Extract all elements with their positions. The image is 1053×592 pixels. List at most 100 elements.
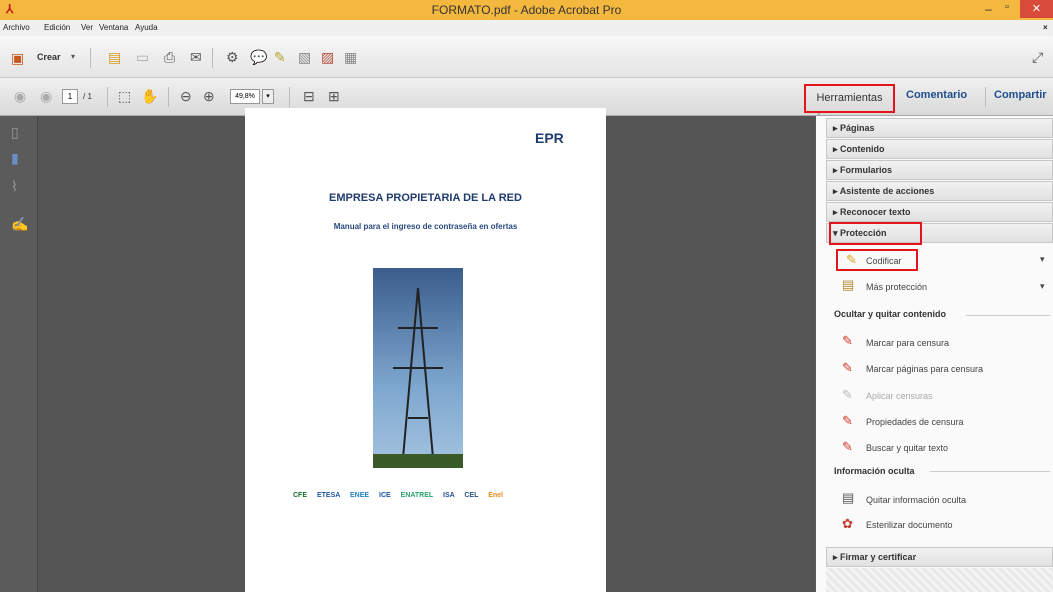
print-icon[interactable]: ⎙: [164, 49, 175, 65]
fit-page-icon[interactable]: ⊞: [328, 88, 340, 104]
create-icon[interactable]: ▣: [11, 50, 24, 66]
aplicar-censuras-icon: ✎: [842, 387, 853, 402]
email-icon[interactable]: ✉: [190, 49, 202, 65]
open-folder-icon[interactable]: ▤: [108, 49, 121, 65]
logo-enee: ENEE: [349, 492, 370, 499]
mas-proteccion-button[interactable]: Más protección: [866, 282, 927, 292]
select-cursor-icon[interactable]: ⬚: [118, 88, 131, 104]
tab-herramientas[interactable]: Herramientas: [804, 84, 895, 113]
marcar-censura-button[interactable]: Marcar para censura: [866, 338, 949, 348]
section-formularios[interactable]: ▸ Formularios: [826, 160, 1053, 180]
propiedades-censura-button[interactable]: Propiedades de censura: [866, 417, 964, 427]
section-firmar[interactable]: ▸ Firmar y certificar: [826, 547, 1053, 567]
epr-logo-icon: EPR: [535, 130, 564, 146]
logo-cfe: CFE: [293, 492, 307, 499]
menu-ayuda[interactable]: Ayuda: [135, 23, 158, 32]
partner-logos: CFE ETESA ENEE ICE ENATREL ISA CEL Enel: [293, 492, 563, 506]
section-contenido[interactable]: ▸ Contenido: [826, 139, 1053, 159]
info-oculta-header: Información oculta: [834, 466, 915, 476]
zoom-in-icon[interactable]: ⊕: [203, 88, 215, 104]
sticky-note-icon[interactable]: ✎: [274, 49, 286, 65]
page-total: / 1: [83, 92, 92, 101]
esterilizar-icon: ✿: [842, 516, 853, 531]
logo-enatrel: ENATREL: [400, 492, 434, 499]
next-page-icon[interactable]: ◉: [40, 88, 52, 104]
logo-ice: ICE: [379, 492, 391, 499]
settings-gear-icon[interactable]: ⚙: [226, 49, 239, 65]
expand-view-icon[interactable]: ⤢: [1032, 49, 1043, 65]
section-paginas[interactable]: ▸ Páginas: [826, 118, 1053, 138]
comment-bubble-icon[interactable]: 💬: [250, 49, 267, 65]
section-contenido-label: Contenido: [840, 144, 885, 154]
page-number-input[interactable]: 1: [62, 89, 78, 104]
section-formularios-label: Formularios: [840, 165, 893, 175]
panel-scroll-up-icon[interactable]: ^: [817, 112, 821, 121]
mas-proteccion-icon: ▤: [842, 277, 855, 292]
extract-pdf-icon[interactable]: ▦: [344, 49, 357, 65]
create-button[interactable]: Crear: [37, 52, 61, 62]
mas-proteccion-dropdown-icon[interactable]: ▾: [1040, 281, 1045, 292]
quitar-info-icon: ▤: [842, 490, 855, 505]
window-title: FORMATO.pdf - Adobe Acrobat Pro: [431, 3, 622, 17]
quitar-info-button[interactable]: Quitar información oculta: [866, 495, 966, 505]
minimize-button[interactable]: –: [985, 2, 992, 16]
zoom-out-icon[interactable]: ⊖: [180, 88, 192, 104]
section-asistente-label: Asistente de acciones: [839, 186, 935, 196]
hand-tool-icon[interactable]: ✋: [141, 88, 158, 104]
menu-ventana[interactable]: Ventana: [99, 23, 128, 32]
section-reconocer-label: Reconocer texto: [840, 207, 911, 217]
codificar-button[interactable]: Codificar: [866, 256, 902, 266]
info-oculta-divider: [930, 471, 1050, 472]
panel-footer: [826, 568, 1053, 592]
save-icon[interactable]: ▭: [136, 49, 149, 65]
menubar-close-icon[interactable]: ×: [1043, 23, 1048, 32]
section-firmar-label: Firmar y certificar: [840, 552, 917, 562]
buscar-quitar-button[interactable]: Buscar y quitar texto: [866, 443, 948, 453]
page-thumbnails-icon[interactable]: ▯: [11, 124, 19, 140]
highlight-proteccion: [829, 222, 922, 245]
ocultar-header: Ocultar y quitar contenido: [834, 309, 947, 319]
section-reconocer[interactable]: ▸ Reconocer texto: [826, 202, 1053, 222]
propiedades-censura-icon: ✎: [842, 413, 853, 428]
main-toolbar: ▣ Crear ▾ ▤ ▭ ⎙ ✉ ⚙ 💬 ✎ ▧ ▨ ▦ ⤢: [0, 36, 1053, 78]
section-paginas-label: Páginas: [840, 123, 875, 133]
epr-logo-text: EPR: [535, 130, 564, 146]
menu-archivo[interactable]: Archivo: [3, 23, 30, 32]
title-bar: ⅄ FORMATO.pdf - Adobe Acrobat Pro – ▫ ✕: [0, 0, 1053, 20]
bookmarks-icon[interactable]: ▮: [11, 150, 19, 166]
buscar-quitar-icon: ✎: [842, 439, 853, 454]
tab-comentario[interactable]: Comentario: [906, 89, 967, 101]
logo-enel: Enel: [488, 492, 503, 499]
navigation-pane: ▯ ▮ ⌇ ✍: [0, 116, 38, 592]
marcar-paginas-icon: ✎: [842, 360, 853, 375]
logo-cel: CEL: [464, 492, 479, 499]
pdf-page: EPR EMPRESA PROPIETARIA DE LA RED Manual…: [245, 108, 606, 592]
previous-page-icon[interactable]: ◉: [14, 88, 26, 104]
signatures-icon[interactable]: ✍: [11, 216, 28, 232]
ocultar-divider: [966, 315, 1050, 316]
marcar-censura-icon: ✎: [842, 333, 853, 348]
attachments-icon[interactable]: ⌇: [11, 178, 18, 194]
zoom-level-field[interactable]: 49,8%: [230, 89, 260, 104]
aplicar-censuras-button[interactable]: Aplicar censuras: [866, 391, 933, 401]
acrobat-window: ⅄ FORMATO.pdf - Adobe Acrobat Pro – ▫ ✕ …: [0, 0, 1053, 592]
logo-isa: ISA: [443, 492, 455, 499]
menu-edicion[interactable]: Edición: [44, 23, 70, 32]
fit-width-icon[interactable]: ⊟: [303, 88, 315, 104]
maximize-button[interactable]: ▫: [1005, 1, 1009, 13]
export-pdf-icon[interactable]: ▧: [298, 49, 311, 65]
tab-compartir[interactable]: Compartir: [994, 89, 1047, 101]
create-dropdown-icon[interactable]: ▾: [71, 52, 75, 61]
codificar-dropdown-icon[interactable]: ▾: [1040, 254, 1045, 265]
close-button[interactable]: ✕: [1020, 0, 1053, 18]
section-asistente[interactable]: ▸ Asistente de acciones: [826, 181, 1053, 201]
marcar-paginas-button[interactable]: Marcar páginas para censura: [866, 364, 983, 374]
zoom-dropdown-icon[interactable]: ▾: [262, 89, 274, 104]
tower-photo: [373, 268, 463, 468]
menu-bar: Archivo Edición Ver Ventana Ayuda ×: [0, 20, 1053, 36]
menu-ver[interactable]: Ver: [81, 23, 93, 32]
document-subtitle: Manual para el ingreso de contraseña en …: [333, 222, 518, 231]
combine-pdf-icon[interactable]: ▨: [321, 49, 334, 65]
esterilizar-button[interactable]: Esterilizar documento: [866, 520, 953, 530]
logo-etesa: ETESA: [316, 492, 341, 499]
